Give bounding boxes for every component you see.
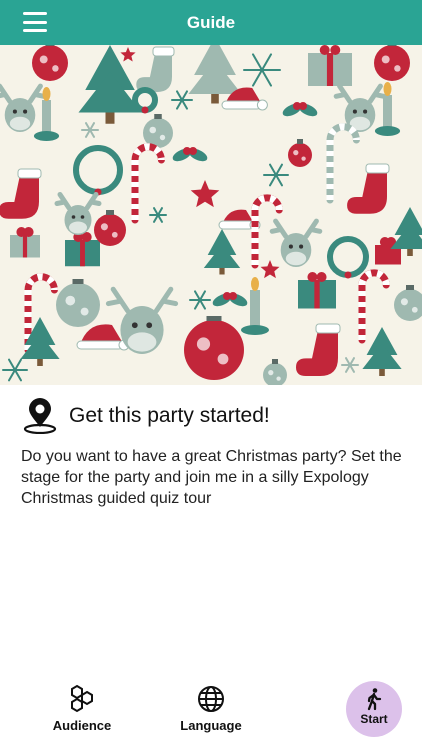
hexagons-icon	[71, 684, 93, 713]
christmas-pattern-image	[0, 45, 422, 385]
tab-language[interactable]: Language	[166, 678, 256, 750]
location-pin-icon	[23, 398, 57, 434]
tab-audience[interactable]: Audience	[37, 678, 127, 750]
start-button[interactable]: Start	[346, 681, 402, 737]
page-title: Guide	[186, 12, 236, 32]
app-header: Guide	[0, 0, 422, 45]
tab-language-label: Language	[180, 718, 242, 733]
intro-heading-row: Get this party started!	[22, 398, 270, 434]
tab-audience-label: Audience	[52, 718, 112, 733]
bottom-tab-bar: Audience Language Start	[0, 678, 422, 750]
walking-person-icon	[367, 688, 382, 711]
intro-title: Get this party started!	[69, 404, 270, 427]
globe-icon	[198, 686, 224, 712]
menu-icon[interactable]	[23, 12, 47, 32]
start-button-label: Start	[360, 712, 388, 726]
intro-description: Do you want to have a great Christmas pa…	[21, 448, 402, 507]
